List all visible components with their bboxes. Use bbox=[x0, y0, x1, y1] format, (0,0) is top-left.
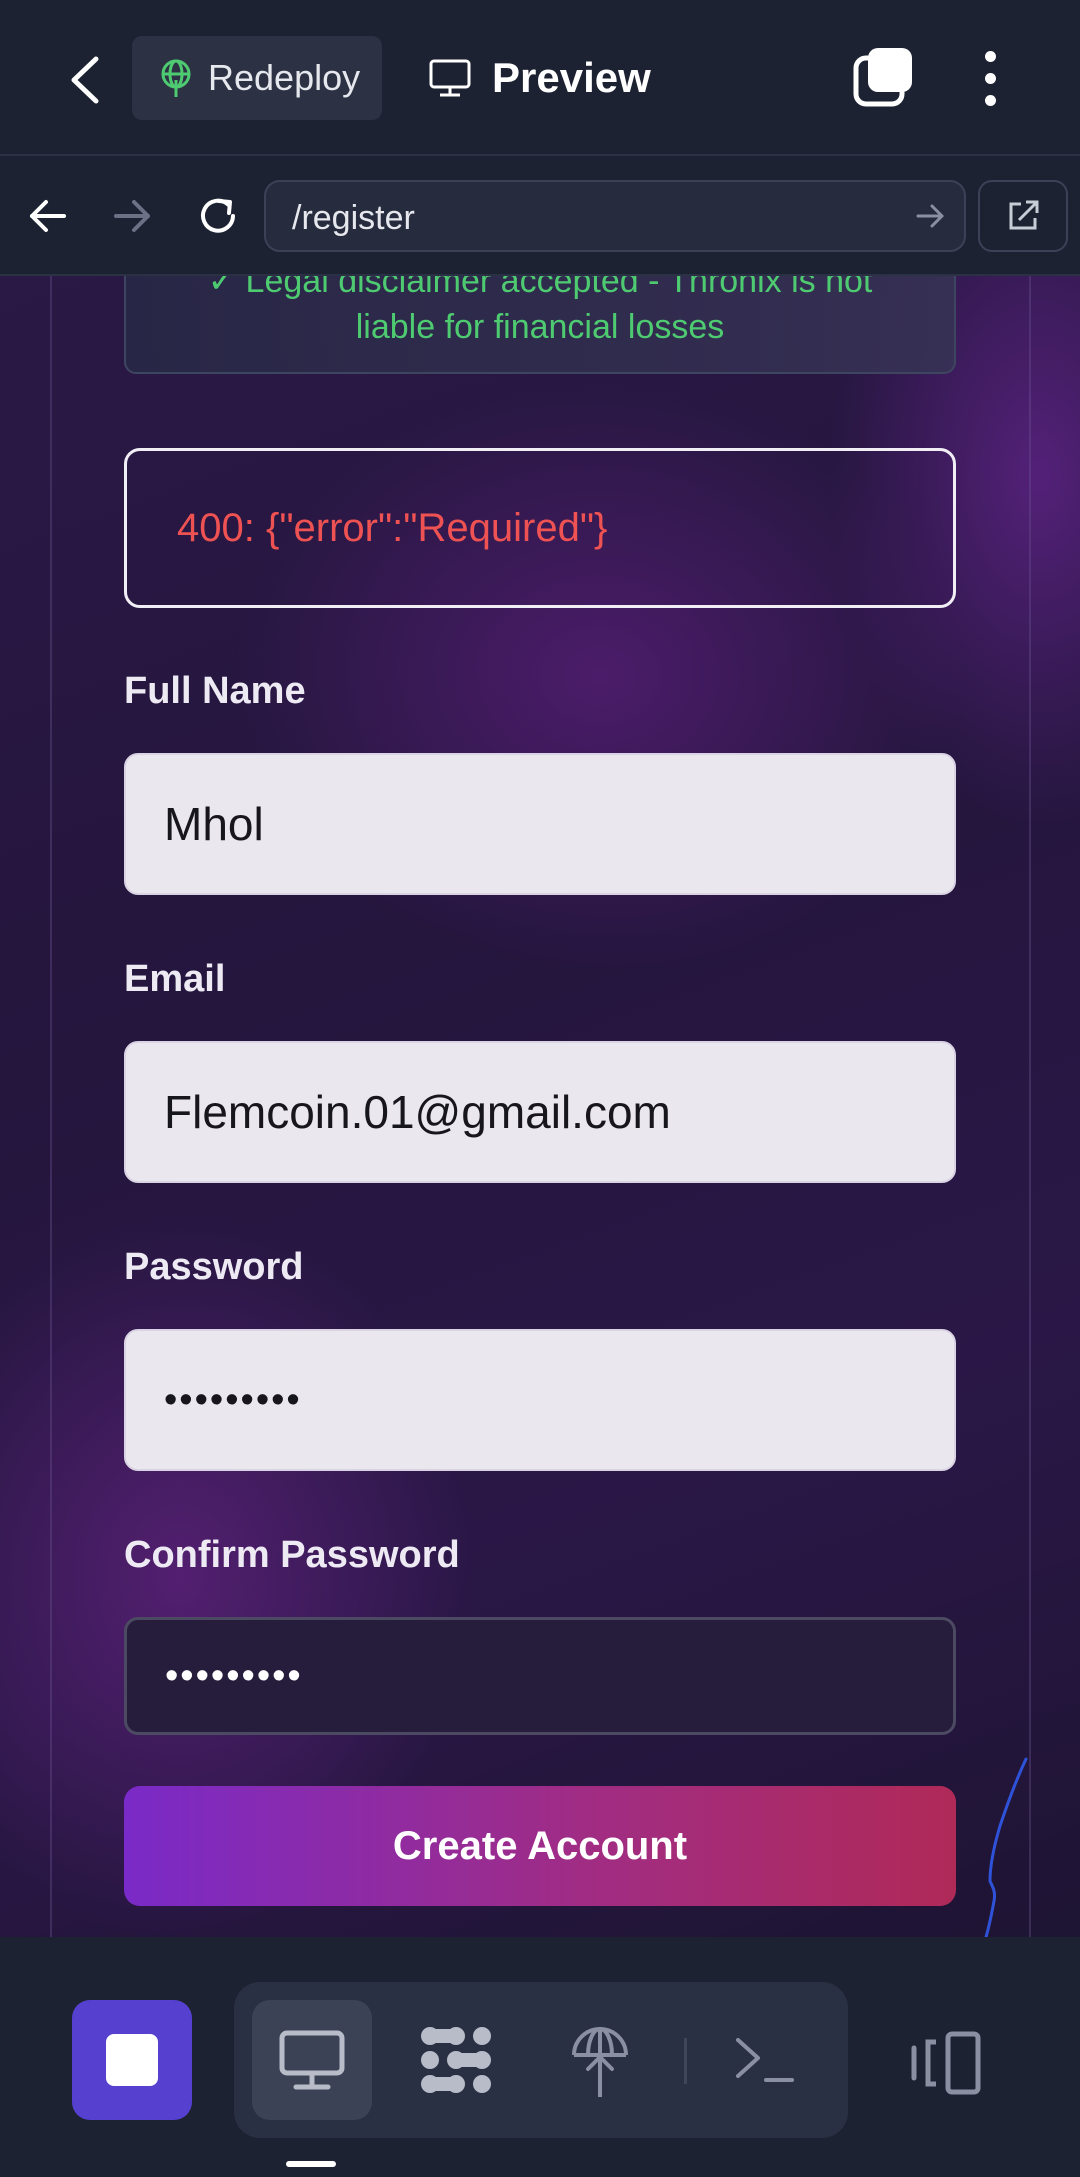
apps-icon bbox=[421, 2027, 491, 2093]
layout-toggle-button[interactable] bbox=[906, 2030, 986, 2100]
confirm-password-input[interactable]: ••••••••• bbox=[124, 1617, 956, 1735]
reload-button[interactable] bbox=[190, 188, 246, 244]
disclaimer-notice: ✓ Legal disclaimer accepted - Thronix is… bbox=[124, 276, 956, 374]
bottom-toolbar bbox=[0, 1937, 1080, 2177]
web-preview-content: ✓ Legal disclaimer accepted - Thronix is… bbox=[0, 276, 1080, 1937]
stop-icon bbox=[106, 2034, 158, 2086]
page-border-left bbox=[50, 276, 52, 1937]
tool-switcher bbox=[234, 1982, 848, 2138]
back-arrow-icon bbox=[71, 56, 99, 104]
monitor-icon bbox=[429, 59, 471, 97]
more-vertical-icon bbox=[984, 50, 996, 62]
toolbar-divider bbox=[684, 2038, 687, 2084]
redeploy-label: Redeploy bbox=[208, 57, 361, 98]
home-indicator[interactable] bbox=[286, 2161, 336, 2167]
go-button[interactable] bbox=[914, 200, 946, 237]
apps-tool-button[interactable] bbox=[396, 2000, 516, 2120]
preview-label: Preview bbox=[492, 54, 651, 101]
full-name-label: Full Name bbox=[124, 670, 306, 712]
terminal-icon bbox=[736, 2038, 794, 2082]
email-input[interactable]: Flemcoin.01@gmail.com bbox=[124, 1041, 956, 1183]
confirm-password-label: Confirm Password bbox=[124, 1534, 460, 1576]
back-button[interactable] bbox=[55, 50, 115, 110]
desktop-tool-button[interactable] bbox=[252, 2000, 372, 2120]
url-text: /register bbox=[292, 199, 415, 237]
deploy-tool-button[interactable] bbox=[540, 2000, 660, 2120]
terminal-tool-button[interactable] bbox=[704, 2000, 824, 2120]
more-options-button[interactable] bbox=[960, 46, 1020, 110]
email-label: Email bbox=[124, 958, 226, 1000]
preview-tab[interactable]: Preview bbox=[428, 36, 651, 120]
pen-scribble-mark bbox=[984, 1757, 1028, 1937]
disclaimer-text-line-2: liable for financial losses bbox=[355, 308, 725, 346]
full-name-input[interactable]: Mhol bbox=[124, 753, 956, 895]
disclaimer-text-line-1: ✓ Legal disclaimer accepted - Thronix is… bbox=[207, 276, 873, 300]
browser-nav-bar: /register bbox=[0, 158, 1080, 276]
tabs-button[interactable] bbox=[852, 46, 916, 110]
password-input[interactable]: ••••••••• bbox=[124, 1329, 956, 1471]
layout-toggle-icon bbox=[911, 2031, 981, 2095]
browser-back-button[interactable] bbox=[20, 188, 76, 244]
deploy-icon bbox=[572, 2027, 628, 2097]
error-alert: 400: {"error":"Required"} bbox=[124, 448, 956, 608]
browser-forward-button[interactable] bbox=[104, 188, 160, 244]
tabs-icon bbox=[853, 48, 912, 107]
url-bar[interactable]: /register bbox=[264, 180, 966, 252]
error-message: 400: {"error":"Required"} bbox=[177, 505, 608, 550]
password-label: Password bbox=[124, 1246, 304, 1288]
forward-icon bbox=[114, 200, 150, 232]
stop-button[interactable] bbox=[72, 2000, 192, 2120]
go-arrow-icon bbox=[916, 204, 944, 228]
desktop-icon bbox=[279, 2030, 345, 2090]
open-external-button[interactable] bbox=[978, 180, 1068, 252]
create-account-button[interactable]: Create Account bbox=[124, 1786, 956, 1906]
app-top-bar: Redeploy Preview bbox=[0, 0, 1080, 156]
reload-icon bbox=[201, 198, 235, 233]
open-external-icon bbox=[1009, 200, 1039, 230]
back-icon bbox=[30, 200, 66, 232]
redeploy-button[interactable]: Redeploy bbox=[132, 36, 382, 120]
globe-deploy-icon bbox=[161, 59, 191, 97]
